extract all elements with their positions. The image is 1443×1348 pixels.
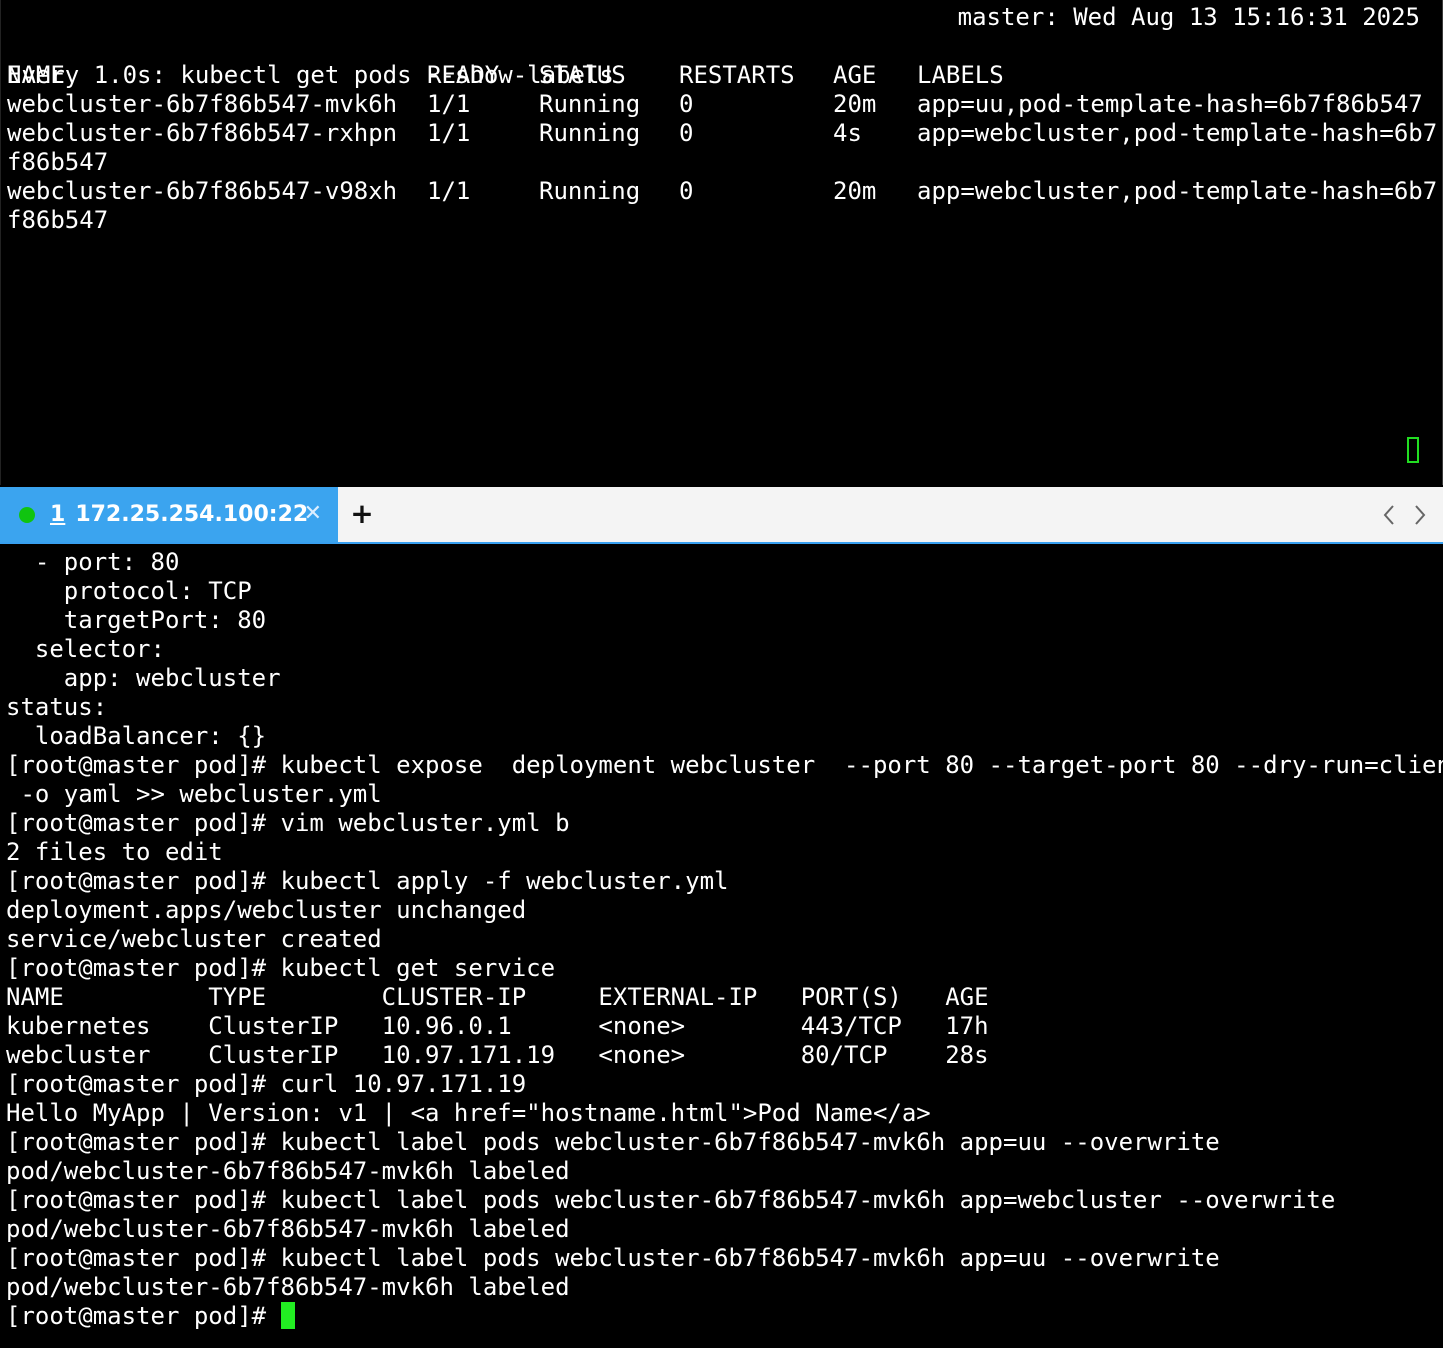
pod-row-name: webcluster-6b7f86b547-rxhpn (7, 119, 398, 147)
pod-row-labels-wrap: f86b547 (7, 206, 109, 234)
shell-line: kubernetes ClusterIP 10.96.0.1 <none> 44… (6, 1012, 989, 1040)
shell-line: pod/webcluster-6b7f86b547-mvk6h labeled (6, 1273, 570, 1301)
shell-line: service/webcluster created (6, 925, 382, 953)
shell-line: status: (6, 693, 108, 721)
watch-terminal-pane[interactable]: Every 1.0s: kubectl get pods --show-labe… (0, 0, 1443, 485)
scroll-tabs-right-icon[interactable] (1410, 501, 1430, 529)
shell-line: NAME TYPE CLUSTER-IP EXTERNAL-IP PORT(S)… (6, 983, 989, 1011)
shell-line: protocol: TCP (6, 577, 252, 605)
shell-terminal-pane[interactable]: - port: 80 protocol: TCP targetPort: 80 … (0, 544, 1443, 1348)
shell-cursor (280, 1302, 295, 1329)
shell-line: [root@master pod]# kubectl get service (6, 954, 556, 982)
shell-line: loadBalancer: {} (6, 722, 267, 750)
pods-col-header-age: AGE (833, 61, 877, 89)
shell-prompt-line[interactable]: [root@master pod]# (6, 1302, 1443, 1331)
watch-header: Every 1.0s: kubectl get pods --show-labe… (7, 61, 614, 89)
pods-col-header-labels: LABELS (917, 61, 1004, 89)
shell-line: [root@master pod]# kubectl label pods we… (6, 1244, 1220, 1272)
shell-line: Hello MyApp | Version: v1 | <a href="hos… (6, 1099, 931, 1127)
shell-line: [root@master pod]# curl 10.97.171.19 (6, 1070, 527, 1098)
pod-row-age: 20m (833, 177, 877, 205)
pod-row-labels: app=uu,pod-template-hash=6b7f86b547 (917, 90, 1423, 118)
pod-row-status: Running (539, 119, 641, 147)
shell-line: webcluster ClusterIP 10.97.171.19 <none>… (6, 1041, 989, 1069)
shell-line: [root@master pod]# kubectl label pods we… (6, 1186, 1336, 1214)
shell-line: pod/webcluster-6b7f86b547-mvk6h labeled (6, 1157, 570, 1185)
shell-line: 2 files to edit (6, 838, 223, 866)
pod-row-ready: 1/1 (427, 177, 471, 205)
session-tab-number: 1 (50, 502, 66, 527)
pod-row-restarts: 0 (679, 90, 694, 118)
pod-row-status: Running (539, 177, 641, 205)
scroll-tabs-left-icon[interactable] (1380, 501, 1400, 529)
pod-row-restarts: 0 (679, 119, 694, 147)
pods-col-header-status: STATUS (539, 61, 626, 89)
shell-line: [root@master pod]# kubectl label pods we… (6, 1128, 1220, 1156)
pod-row-labels: app=webcluster,pod-template-hash=6b7 (917, 177, 1438, 205)
pod-row-restarts: 0 (679, 177, 694, 205)
close-tab-icon[interactable]: ✕ (304, 501, 322, 527)
session-tab-label: 172.25.254.100:22 (75, 502, 309, 527)
shell-line: [root@master pod]# vim webcluster.yml b (6, 809, 570, 837)
pod-row-labels: app=webcluster,pod-template-hash=6b7 (917, 119, 1438, 147)
pod-row-age: 4s (833, 119, 862, 147)
watch-host-time: master: Wed Aug 13 15:16:31 2025 (957, 3, 1420, 31)
pods-col-header-restarts: RESTARTS (679, 61, 795, 89)
shell-output: - port: 80 protocol: TCP targetPort: 80 … (6, 548, 1443, 1331)
shell-line: [root@master pod]# kubectl apply -f webc… (6, 867, 729, 895)
watch-cursor (1407, 437, 1419, 463)
shell-line: app: webcluster (6, 664, 281, 692)
pod-row-name: webcluster-6b7f86b547-v98xh (7, 177, 398, 205)
shell-line: - port: 80 (6, 548, 180, 576)
pod-row-name: webcluster-6b7f86b547-mvk6h (7, 90, 398, 118)
pod-row-status: Running (539, 90, 641, 118)
shell-line: -o yaml >> webcluster.yml (6, 780, 382, 808)
shell-line: deployment.apps/webcluster unchanged (6, 896, 527, 924)
shell-line: selector: (6, 635, 165, 663)
shell-prompt: [root@master pod]# (6, 1302, 281, 1330)
pod-row-ready: 1/1 (427, 90, 471, 118)
new-tab-button[interactable]: + (350, 499, 374, 529)
shell-line: [root@master pod]# kubectl expose deploy… (6, 751, 1443, 779)
session-tab-active[interactable]: 1 172.25.254.100:22 ✕ (0, 487, 338, 542)
pod-row-ready: 1/1 (427, 119, 471, 147)
shell-line: targetPort: 80 (6, 606, 267, 634)
pod-row-labels-wrap: f86b547 (7, 148, 109, 176)
pods-col-header-name: NAME (7, 61, 65, 89)
pod-row-age: 20m (833, 90, 877, 118)
pods-col-header-ready: READY (427, 61, 500, 89)
shell-line: pod/webcluster-6b7f86b547-mvk6h labeled (6, 1215, 570, 1243)
session-tab-bar: 1 172.25.254.100:22 ✕ + (0, 487, 1443, 544)
connection-status-icon (19, 506, 35, 523)
